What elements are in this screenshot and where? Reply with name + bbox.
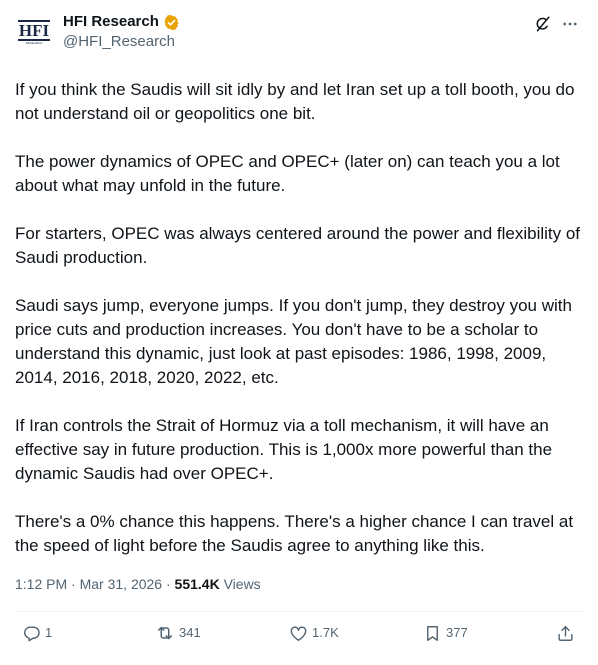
avatar[interactable]: HFI RESEARCH [17, 15, 51, 49]
author-display-name[interactable]: HFI Research [63, 13, 159, 31]
bookmark-button[interactable]: 377 [422, 623, 468, 643]
tweet-paragraph: If you think the Saudis will sit idly by… [15, 80, 575, 123]
views-label: Views [219, 576, 261, 592]
bookmark-count: 377 [446, 625, 468, 640]
repost-icon [155, 623, 175, 643]
tweet-time[interactable]: 1:12 PM [15, 576, 67, 592]
tweet-paragraph: If Iran controls the Strait of Hormuz vi… [15, 416, 553, 483]
like-count: 1.7K [312, 625, 339, 640]
repost-button[interactable]: 341 [155, 623, 201, 643]
tweet-paragraph: For starters, OPEC was always centered a… [15, 224, 581, 267]
share-button[interactable] [555, 623, 575, 643]
tweet-paragraph: There's a 0% chance this happens. There'… [15, 512, 574, 555]
reply-button[interactable]: 1 [21, 623, 52, 643]
like-icon [288, 623, 308, 643]
author-name-row: HFI Research [63, 13, 180, 31]
tweet-card: HFI RESEARCH HFI Research @HFI_Research … [0, 0, 598, 665]
repost-count: 341 [179, 625, 201, 640]
reply-count: 1 [45, 625, 53, 640]
like-button[interactable]: 1.7K [288, 623, 339, 643]
divider [15, 611, 583, 612]
avatar-logo-subtext: RESEARCH [25, 40, 43, 45]
tweet-text: If you think the Saudis will sit idly by… [15, 78, 585, 558]
tweet-header-actions [532, 14, 580, 34]
grok-icon[interactable] [532, 14, 552, 34]
meta-separator: · [162, 576, 175, 592]
meta-separator: · [67, 576, 80, 592]
tweet-paragraph: The power dynamics of OPEC and OPEC+ (la… [15, 152, 560, 195]
verified-badge-icon[interactable] [163, 14, 180, 31]
bookmark-icon [422, 623, 442, 643]
tweet-date[interactable]: Mar 31, 2026 [80, 576, 163, 592]
tweet-meta: 1:12 PM · Mar 31, 2026 · 551.4K Views [15, 575, 261, 593]
views-count: 551.4K [174, 576, 220, 592]
reply-icon [21, 623, 41, 643]
tweet-paragraph: Saudi says jump, everyone jumps. If you … [15, 296, 572, 387]
share-icon [555, 623, 575, 643]
more-icon[interactable] [560, 14, 580, 34]
avatar-logo-text: HFI [17, 19, 51, 41]
tweet-action-bar: 1 341 1.7K 377 [0, 623, 598, 649]
author-handle[interactable]: @HFI_Research [63, 33, 175, 51]
